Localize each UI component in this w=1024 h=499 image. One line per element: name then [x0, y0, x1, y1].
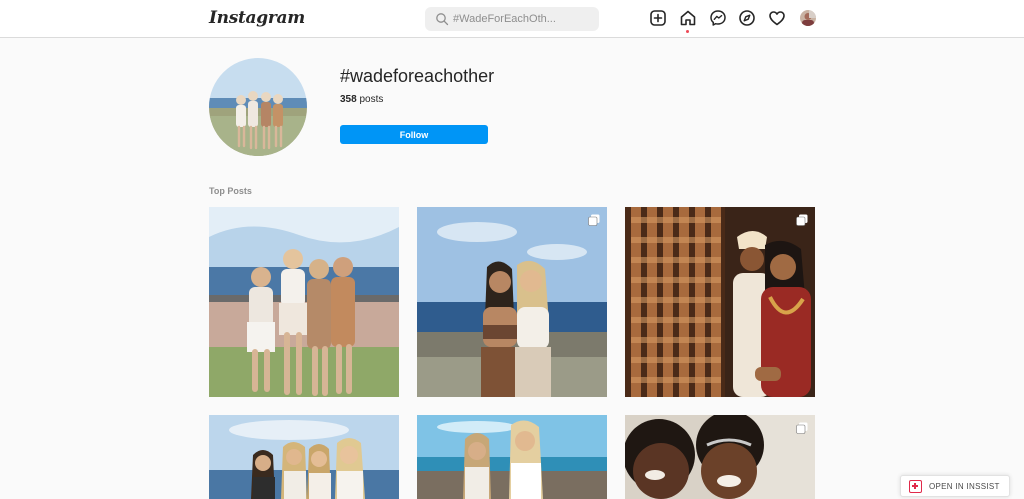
post-thumbnail[interactable]	[209, 207, 399, 397]
home-icon[interactable]	[679, 9, 697, 27]
new-post-icon[interactable]	[649, 9, 667, 27]
post-image	[417, 207, 607, 397]
messenger-icon[interactable]	[709, 9, 727, 27]
post-count: 358 posts	[340, 94, 383, 105]
post-thumbnail[interactable]	[209, 415, 399, 499]
post-thumbnail[interactable]	[625, 207, 815, 397]
instagram-logo[interactable]: Instagram	[209, 8, 305, 28]
open-in-inssist-button[interactable]: OPEN IN INSSIST	[900, 475, 1010, 497]
multiple-posts-icon	[796, 422, 808, 434]
multiple-posts-icon	[588, 214, 600, 226]
follow-button[interactable]: Follow	[340, 125, 488, 144]
post-image	[209, 207, 399, 397]
post-thumbnail[interactable]	[625, 415, 815, 499]
inssist-logo-icon	[909, 480, 922, 493]
post-count-number: 358	[340, 94, 357, 105]
inssist-label: OPEN IN INSSIST	[929, 482, 1000, 491]
hashtag-cover-image	[209, 58, 307, 156]
post-thumbnail[interactable]	[417, 207, 607, 397]
explore-icon[interactable]	[738, 9, 756, 27]
post-count-suffix: posts	[359, 94, 384, 105]
home-active-indicator	[686, 30, 689, 33]
hashtag-title: #wadeforeachother	[340, 66, 495, 86]
top-navigation-bar: Instagram	[0, 0, 1024, 38]
post-image	[625, 415, 815, 499]
post-image	[417, 415, 607, 499]
post-thumbnail[interactable]	[417, 415, 607, 499]
profile-avatar[interactable]	[800, 10, 816, 26]
search-box[interactable]	[425, 7, 599, 31]
top-posts-heading: Top Posts	[209, 186, 252, 196]
multiple-posts-icon	[796, 214, 808, 226]
search-input[interactable]	[453, 10, 593, 28]
post-image	[209, 415, 399, 499]
activity-heart-icon[interactable]	[768, 9, 786, 27]
post-image	[625, 207, 815, 397]
search-icon	[436, 13, 449, 26]
